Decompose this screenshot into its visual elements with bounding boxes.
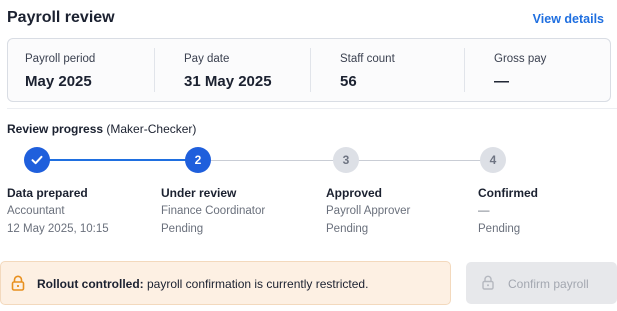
payroll-summary-card: Payroll period May 2025 Pay date 31 May … <box>7 38 611 102</box>
step-1-status: 12 May 2025, 10:15 <box>7 223 109 235</box>
stepper-track <box>346 160 493 161</box>
step-3-status: Pending <box>326 223 369 235</box>
summary-label: Gross pay <box>494 53 547 65</box>
page-header: Payroll review View details <box>7 0 607 38</box>
alert-message: Rollout controlled: payroll confirmation… <box>37 277 368 291</box>
confirm-payroll-label: Confirm payroll <box>508 277 589 291</box>
step-3-role: Payroll Approver <box>326 205 411 217</box>
summary-value: — <box>494 73 509 90</box>
step-1-role: Accountant <box>7 205 65 217</box>
step-2-role: Finance Coordinator <box>161 205 266 217</box>
step-4-indicator: 4 <box>480 147 506 173</box>
summary-divider <box>154 48 155 92</box>
summary-divider <box>464 48 465 92</box>
summary-value: 56 <box>340 73 357 90</box>
review-progress-title: Review progress (Maker-Checker) <box>7 122 196 136</box>
summary-label: Payroll period <box>25 53 96 65</box>
step-3-name: Approved <box>326 186 383 200</box>
step-2-status: Pending <box>161 223 204 235</box>
step-4-name: Confirmed <box>478 186 538 200</box>
summary-value: 31 May 2025 <box>184 73 272 90</box>
step-3-indicator: 3 <box>333 147 359 173</box>
summary-label: Pay date <box>184 53 230 65</box>
confirm-payroll-button[interactable]: Confirm payroll <box>466 262 617 304</box>
summary-label: Staff count <box>340 53 395 65</box>
section-divider <box>7 108 617 109</box>
alert-strong: Rollout controlled: <box>37 277 144 291</box>
lock-icon <box>482 275 494 290</box>
summary-value: May 2025 <box>25 73 92 90</box>
rollout-alert: Rollout controlled: payroll confirmation… <box>0 261 451 305</box>
lock-icon <box>11 275 25 291</box>
review-progress-subtitle: (Maker-Checker) <box>106 122 197 136</box>
review-progress-heading: Review progress <box>7 122 104 136</box>
step-1-name: Data prepared <box>7 186 88 200</box>
alert-body: payroll confirmation is currently restri… <box>143 277 369 291</box>
page-title: Payroll review <box>7 9 115 26</box>
step-1-check-icon <box>24 147 50 173</box>
stepper-track-completed <box>37 159 198 161</box>
step-4-status: Pending <box>478 223 521 235</box>
step-2-indicator: 2 <box>185 147 211 173</box>
stepper-track <box>198 160 346 161</box>
summary-divider <box>310 48 311 92</box>
step-4-role: — <box>478 205 490 217</box>
view-details-link[interactable]: View details <box>533 12 604 26</box>
step-2-name: Under review <box>161 186 237 200</box>
